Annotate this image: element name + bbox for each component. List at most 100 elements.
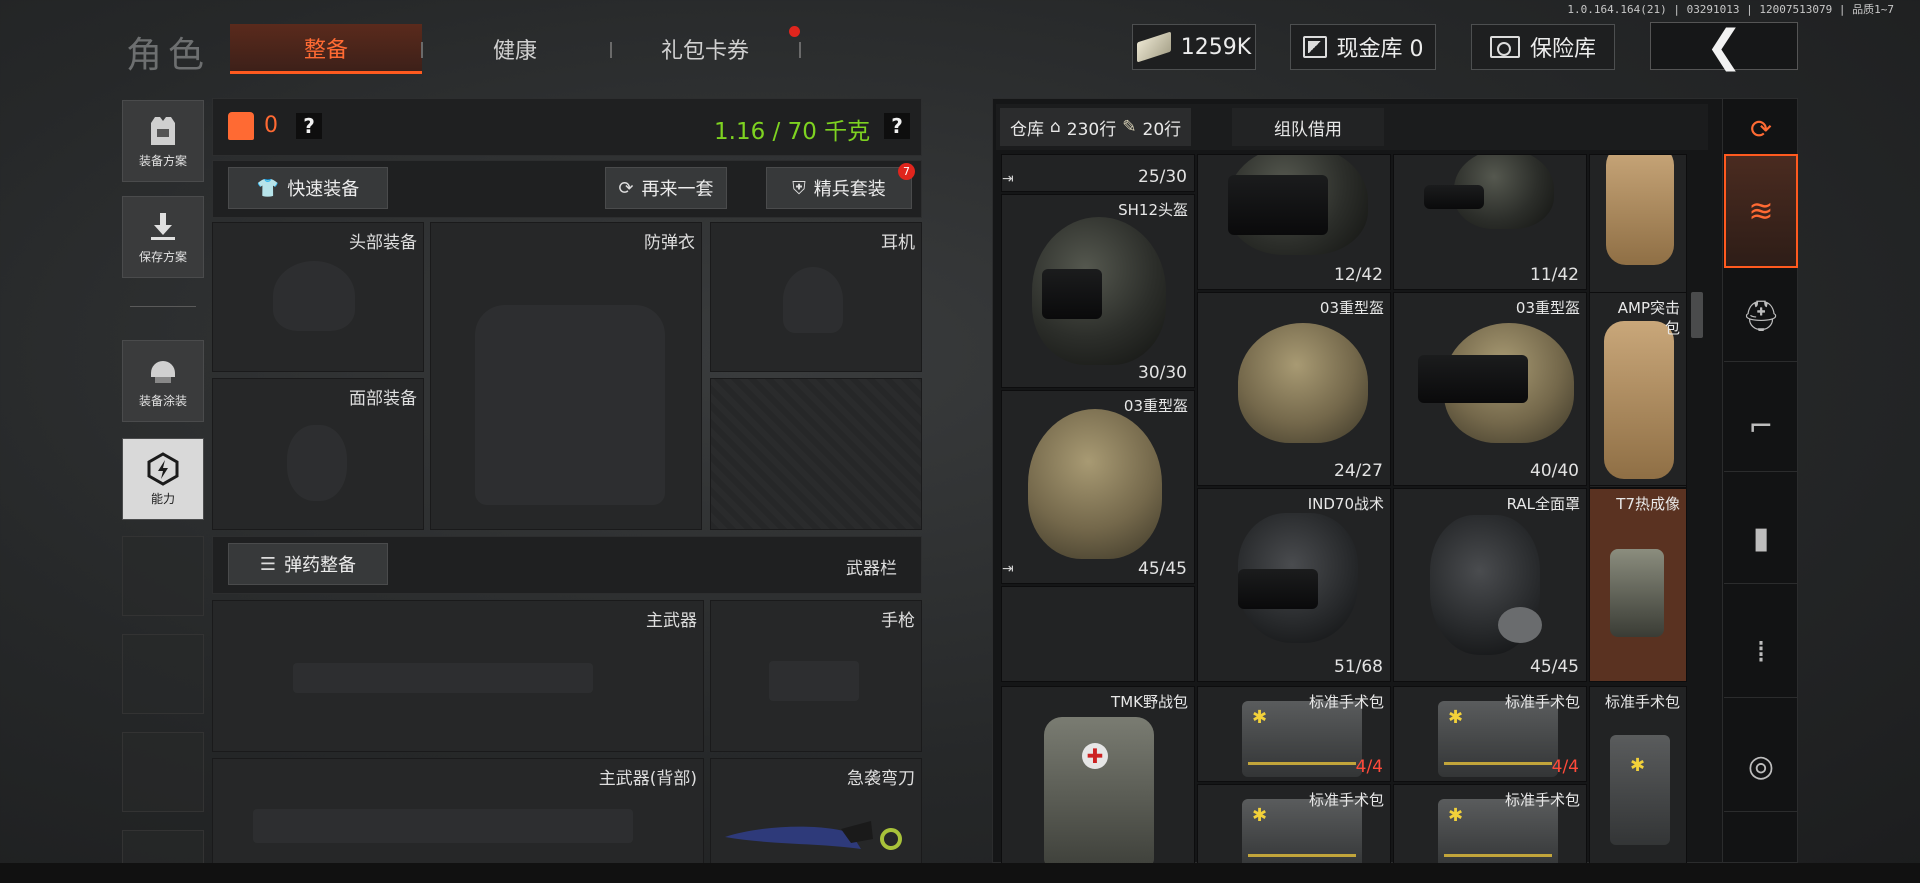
inventory-cell-empty[interactable] [1001, 586, 1195, 682]
inventory-cell[interactable]: ⇥ 03重型盔 45/45 [1001, 390, 1195, 584]
back-button[interactable]: ❮ [1650, 21, 1798, 72]
item-name: AMP突击 [1617, 299, 1680, 317]
slot-pistol[interactable]: 手枪 [710, 600, 922, 752]
item-name: T7热成像 [1616, 495, 1680, 513]
item-durability: 45/45 [1530, 657, 1579, 677]
sidebar-item-save-plan[interactable]: 保存方案 [122, 196, 204, 278]
rifle-placeholder-icon [253, 809, 633, 843]
warehouse-tab-label: 仓库 [1010, 119, 1044, 140]
equip-arrow-icon: ⇥ [1002, 171, 1014, 187]
money-amount: 1259K [1180, 34, 1252, 60]
item-durability: 30/30 [1138, 363, 1187, 383]
ammo-prep-button[interactable]: ☰ 弹药整备 [228, 543, 388, 585]
again-button[interactable]: ⟳ 再来一套 [605, 167, 727, 209]
tab-divider [421, 42, 423, 58]
inventory-cell[interactable]: RAL全面罩 45/45 [1393, 488, 1587, 682]
inventory-cell[interactable]: ✱ 标准手术包 4/4 [1393, 686, 1587, 782]
cash-icon [1136, 31, 1171, 63]
inventory-cell[interactable]: 03重型盔 40/40 [1393, 292, 1587, 486]
vest-plan-icon [146, 114, 180, 148]
equip-arrow-icon: ⇥ [1002, 561, 1014, 577]
inventory-cell[interactable]: IND70战术 51/68 [1197, 488, 1391, 682]
elite-set-badge: 7 [898, 163, 915, 180]
sidebar-item-equipment-skin[interactable]: 装备涂装 [122, 340, 204, 422]
page-title: 角色 [126, 35, 211, 76]
tab-label: 健康 [492, 39, 537, 64]
item-durability: 51/68 [1334, 657, 1383, 677]
slot-face[interactable]: 面部装备 [212, 378, 424, 530]
inventory-cell[interactable]: 11/42 [1393, 154, 1587, 290]
category-rifle-button[interactable]: ⌐ [1724, 382, 1798, 472]
money-display[interactable]: 1259K [1132, 24, 1256, 70]
helmet-skin-icon [146, 354, 180, 388]
item-visor-icon [1228, 175, 1328, 235]
item-name: SH12头盔 [1118, 201, 1188, 219]
item-visor-icon [1418, 355, 1528, 403]
ammo-icon: ⁞ [1756, 635, 1766, 670]
item-durability: 4/4 [1551, 757, 1579, 777]
category-refresh-button[interactable]: ⟳ [1724, 104, 1798, 156]
item-field-backpack-icon [1044, 717, 1154, 865]
item-helmet-icon [1028, 409, 1162, 559]
slot-primary-weapon-back[interactable]: 主武器(背部) [212, 758, 704, 868]
slot-earphone[interactable]: 耳机 [710, 222, 922, 372]
inventory-cell[interactable]: ✱ 标准手术包 [1197, 784, 1391, 866]
tab-gift-coupons[interactable]: 礼包卡券 [630, 24, 780, 74]
inventory-cell[interactable]: ✱ 标准手术包 4/4 [1197, 686, 1391, 782]
inventory-cell[interactable]: SH12头盔 30/30 [1001, 194, 1195, 388]
category-helmet-button[interactable]: ⛑ [1724, 272, 1798, 362]
slot-armor[interactable]: 防弹衣 [430, 222, 702, 530]
cash-vault-button[interactable]: 现金库 0 [1290, 24, 1436, 70]
help-icon[interactable]: ? [296, 113, 322, 139]
item-backpack-icon [1604, 321, 1674, 479]
slot-primary-weapon[interactable]: 主武器 [212, 600, 704, 752]
helmet-placeholder-icon [273, 261, 355, 331]
quick-equip-button[interactable]: 👕 快速装备 [228, 167, 388, 209]
warehouse-scrollbar[interactable] [1691, 292, 1703, 338]
item-nvg-icon [1424, 185, 1484, 209]
armor-vest-icon [228, 112, 254, 140]
tab-health[interactable]: 健康 [440, 24, 590, 74]
item-name: 03重型盔 [1319, 299, 1384, 317]
inventory-cell[interactable]: ⇥ 25/30 [1001, 154, 1195, 192]
inventory-cell[interactable]: 03重型盔 24/27 [1197, 292, 1391, 486]
category-ammo-button[interactable]: ⁞ [1724, 608, 1798, 698]
safe-icon [1489, 36, 1520, 58]
slot-head[interactable]: 头部装备 [212, 222, 424, 372]
slot-melee[interactable]: 急袭弯刀 [710, 758, 922, 868]
item-surgery-kit-icon: ✱ [1610, 735, 1670, 845]
safe-button[interactable]: 保险库 [1471, 24, 1615, 70]
sidebar-item-ability[interactable]: 能力 [122, 438, 204, 520]
tab-team-borrow[interactable]: 组队借用 [1232, 108, 1384, 146]
cash-icon: ✎ [1122, 117, 1137, 137]
slot-label: 防弹衣 [644, 233, 695, 253]
item-name-extra: 包 [1664, 319, 1680, 337]
inventory-cell[interactable]: ✱ 标准手术包 [1589, 686, 1687, 866]
sidebar-item-label: 装备方案 [138, 153, 187, 168]
item-durability: 4/4 [1355, 757, 1383, 777]
inventory-cell[interactable]: ✱ 标准手术包 [1393, 784, 1587, 866]
notification-dot [789, 26, 800, 37]
sidebar-item-equipment-plan[interactable]: 装备方案 [122, 100, 204, 182]
inventory-cell[interactable]: ✚ TMK野战包 [1001, 686, 1195, 866]
vault-icon [1302, 36, 1327, 58]
tab-warehouse[interactable]: 仓库 ⌂ 230行 ✎ 20行 [1000, 108, 1192, 146]
category-all-button[interactable]: ≋ [1724, 154, 1798, 268]
inventory-cell[interactable]: T7热成像 [1589, 488, 1687, 682]
sidebar-divider [130, 306, 196, 307]
shirt-icon: 👕 [256, 177, 280, 199]
inventory-cell[interactable]: AMP突击 包 [1589, 292, 1687, 486]
tab-equip[interactable]: 整备 [230, 24, 422, 74]
rifle-placeholder-icon [293, 663, 593, 693]
item-filter-icon [1498, 607, 1542, 643]
inventory-cell[interactable]: 12/42 [1197, 154, 1391, 290]
sidebar-empty-slot [122, 536, 204, 616]
slot-label: 手枪 [881, 611, 915, 631]
item-name: 标准手术包 [1504, 791, 1580, 809]
category-scope-button[interactable]: ◎ [1724, 722, 1798, 812]
version-info: 1.0.164.164(21) | 03291013 | 12007513079… [1567, 3, 1894, 16]
weight-help-icon[interactable]: ? [884, 113, 910, 139]
elite-set-button[interactable]: ⛨ 精兵套装 [766, 167, 912, 209]
safe-label: 保险库 [1529, 37, 1596, 62]
category-magazine-button[interactable]: ▮ [1724, 494, 1798, 584]
